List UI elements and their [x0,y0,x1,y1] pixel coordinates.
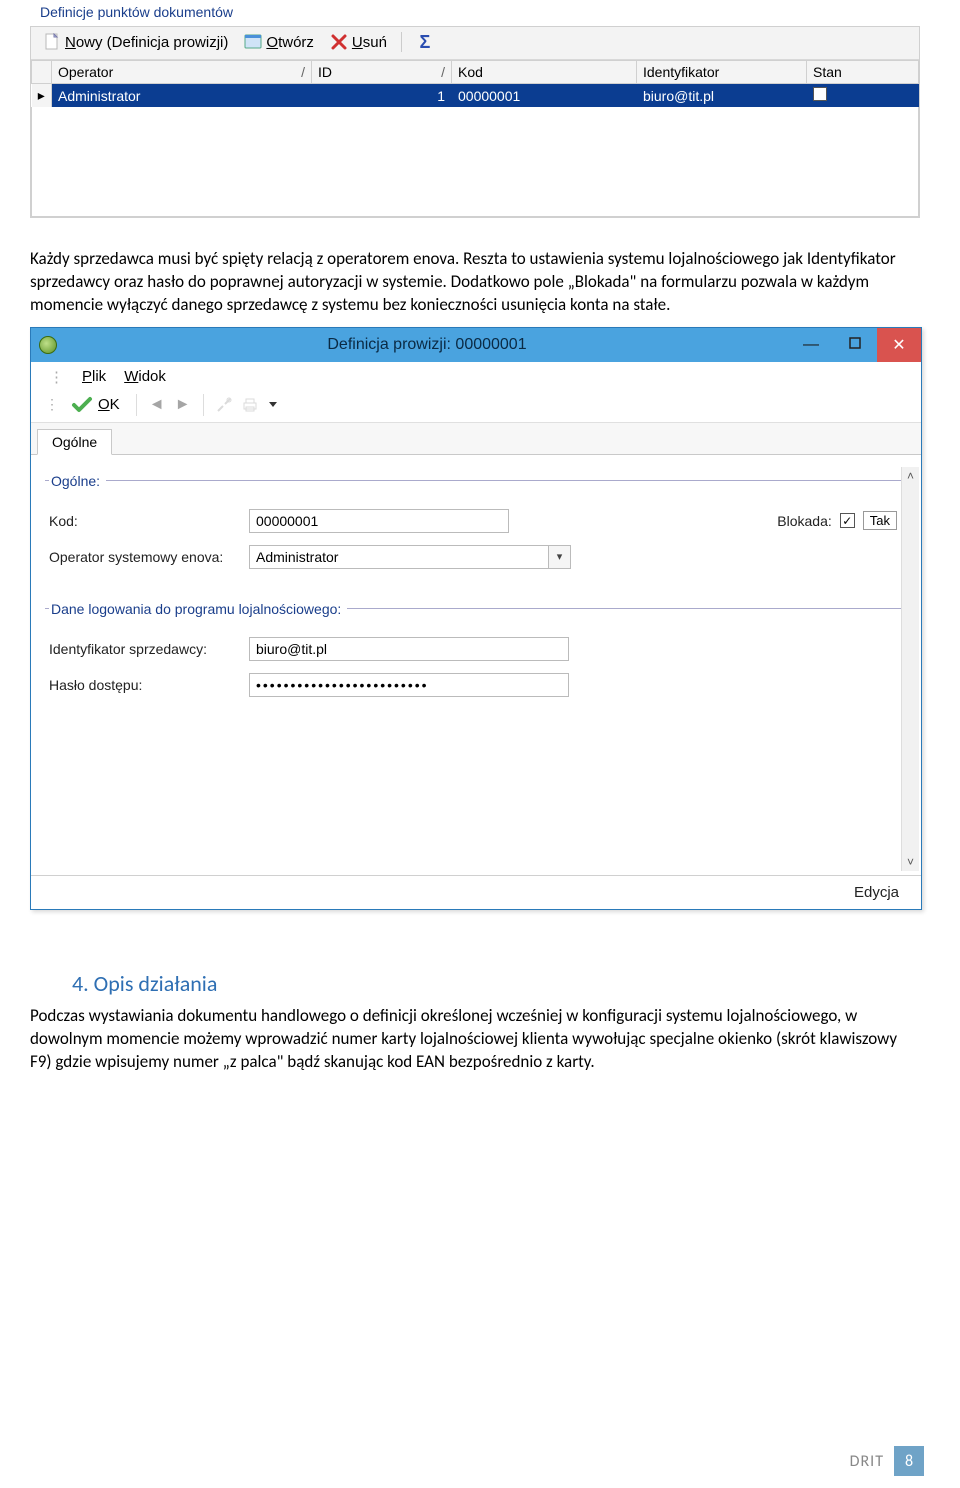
col-stan[interactable]: Stan [807,61,919,84]
col-id[interactable]: ID / [312,61,452,84]
table-row[interactable]: ▸ Administrator 1 00000001 biuro@tit.pl [32,84,919,108]
vertical-dots-icon: ⋮ [49,368,64,386]
cell-ident: biuro@tit.pl [637,84,807,108]
new-label: Nowy (Definicja prowizji) [65,34,228,51]
row-marker-header [32,61,52,84]
grid-empty-area [31,107,919,217]
section-heading: 4. Opis działania [72,970,960,997]
sort-indicator-icon: / [441,64,445,80]
delete-button[interactable]: Usuń [326,31,391,53]
toolbar-separator [203,394,204,416]
cell-operator: Administrator [52,84,312,108]
window-toolbar: ⋮ OK ◄ ► [31,390,921,423]
col-operator[interactable]: Operator / [52,61,312,84]
scroll-up-icon[interactable]: ˄ [907,469,914,483]
menubar: ⋮ Plik Widok [31,362,921,390]
tab-general[interactable]: Ogólne [37,429,112,455]
commission-definition-window: Definicja prowizji: 00000001 — ✕ ⋮ Plik … [30,327,922,910]
ok-label: OK [98,396,120,413]
statusbar: Edycja [31,875,921,909]
blokada-text: Tak [863,511,897,530]
status-text: Edycja [854,884,899,901]
cell-id: 1 [312,84,452,108]
sum-button[interactable]: Σ [412,31,438,53]
nav-back-icon[interactable]: ◄ [147,395,167,415]
operator-input[interactable] [249,545,549,569]
group-legend: Dane logowania do programu lojalnościowe… [49,601,347,617]
close-button[interactable]: ✕ [877,328,921,362]
col-label: Identyfikator [643,64,719,80]
scroll-down-icon[interactable]: ˅ [907,855,914,869]
open-button[interactable]: Otwórz [240,31,318,53]
maximize-button[interactable] [833,328,877,362]
group-login: Dane logowania do programu lojalnościowe… [45,601,901,715]
definitions-table[interactable]: Operator / ID / Kod Identyfikator Stan [31,60,919,107]
tabstrip: Ogólne [31,423,921,455]
col-label: Stan [813,64,842,80]
group-general: Ogólne: Kod: Blokada: ✓ Tak Operator sys… [45,473,901,587]
kod-input[interactable] [249,509,509,533]
vertical-scrollbar[interactable]: ˄ ˅ [901,467,919,871]
cell-kod: 00000001 [452,84,637,108]
chevron-down-icon: ▾ [557,550,563,563]
sigma-icon: Σ [416,33,434,51]
toolbar-separator [136,394,137,416]
col-label: Operator [58,64,113,80]
label-operator: Operator systemowy enova: [49,549,249,565]
cell-stan [807,84,919,108]
body-paragraph-2: Podczas wystawiania dokumentu handlowego… [30,1005,910,1074]
identifier-input[interactable] [249,637,569,661]
maximize-icon [849,336,861,354]
definitions-grid-panel: Nowy (Definicja prowizji) Otwórz Usuń Σ [30,26,920,218]
password-input[interactable] [249,673,569,697]
checkmark-icon [71,396,93,414]
col-label: Kod [458,64,483,80]
print-icon[interactable] [240,395,260,415]
close-icon: ✕ [892,335,905,355]
col-label: ID [318,64,332,80]
menu-file[interactable]: Plik [82,368,106,386]
new-document-icon [43,33,61,51]
row-marker-icon: ▸ [32,84,52,108]
sort-indicator-icon: / [301,64,305,80]
toolbar-separator [401,32,402,52]
label-password: Hasło dostępu: [49,677,249,693]
nav-forward-icon[interactable]: ► [173,395,193,415]
col-ident[interactable]: Identyfikator [637,61,807,84]
col-kod[interactable]: Kod [452,61,637,84]
grid-toolbar: Nowy (Definicja prowizji) Otwórz Usuń Σ [31,27,919,60]
page-footer: DRIT 8 [850,1446,924,1476]
delete-x-icon [330,33,348,51]
minimize-icon: — [803,336,819,354]
blokada-checkbox[interactable]: ✓ [840,513,855,528]
new-button[interactable]: Nowy (Definicja prowizji) [39,31,232,53]
body-paragraph-1: Każdy sprzedawca musi być spięty relacją… [30,248,910,317]
delete-label: Usuń [352,34,387,51]
footer-brand: DRIT [850,1452,884,1471]
dropdown-caret-icon[interactable] [269,402,277,407]
page-number: 8 [894,1446,924,1476]
form-area: Ogólne: Kod: Blokada: ✓ Tak Operator sys… [31,455,921,875]
app-icon [39,336,57,354]
window-title: Definicja prowizji: 00000001 [65,336,789,354]
form-open-icon [244,33,262,51]
menu-view[interactable]: Widok [124,368,166,386]
label-ident: Identyfikator sprzedawcy: [49,641,249,657]
dropdown-button[interactable]: ▾ [549,545,571,569]
open-label: Otwórz [266,34,314,51]
tools-icon[interactable] [214,395,234,415]
ok-button[interactable]: OK [65,394,126,416]
group-legend: Ogólne: [49,473,106,489]
operator-select[interactable]: ▾ [249,545,571,569]
vertical-dots-icon: ⋮ [45,396,59,413]
titlebar[interactable]: Definicja prowizji: 00000001 — ✕ [31,328,921,362]
group-title: Definicje punktów dokumentów [30,2,920,26]
checkbox-icon [813,87,827,101]
label-blokada: Blokada: [777,513,831,529]
label-kod: Kod: [49,513,249,529]
minimize-button[interactable]: — [789,328,833,362]
